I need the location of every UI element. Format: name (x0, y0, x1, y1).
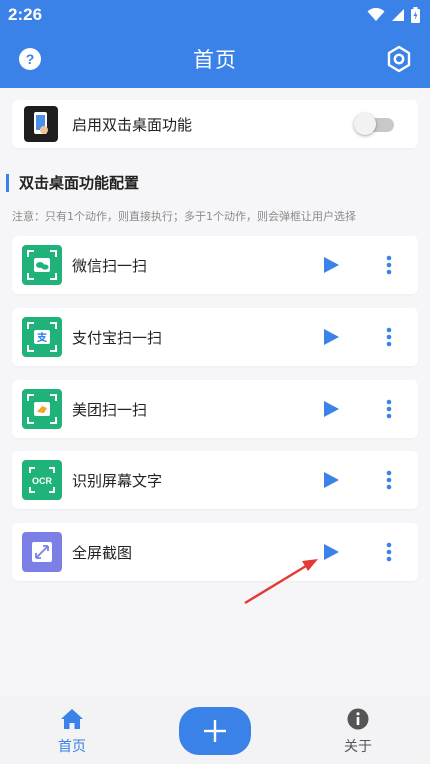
add-action-button[interactable] (179, 707, 251, 755)
home-icon (61, 709, 83, 729)
info-icon (347, 708, 369, 730)
annotation-arrow (244, 559, 318, 605)
plus-icon (204, 720, 226, 742)
nav-about-label: 关于 (344, 739, 372, 755)
nav-home[interactable]: 首页 (40, 708, 104, 756)
nav-home-label: 首页 (58, 739, 86, 755)
nav-about[interactable]: 关于 (326, 708, 390, 756)
